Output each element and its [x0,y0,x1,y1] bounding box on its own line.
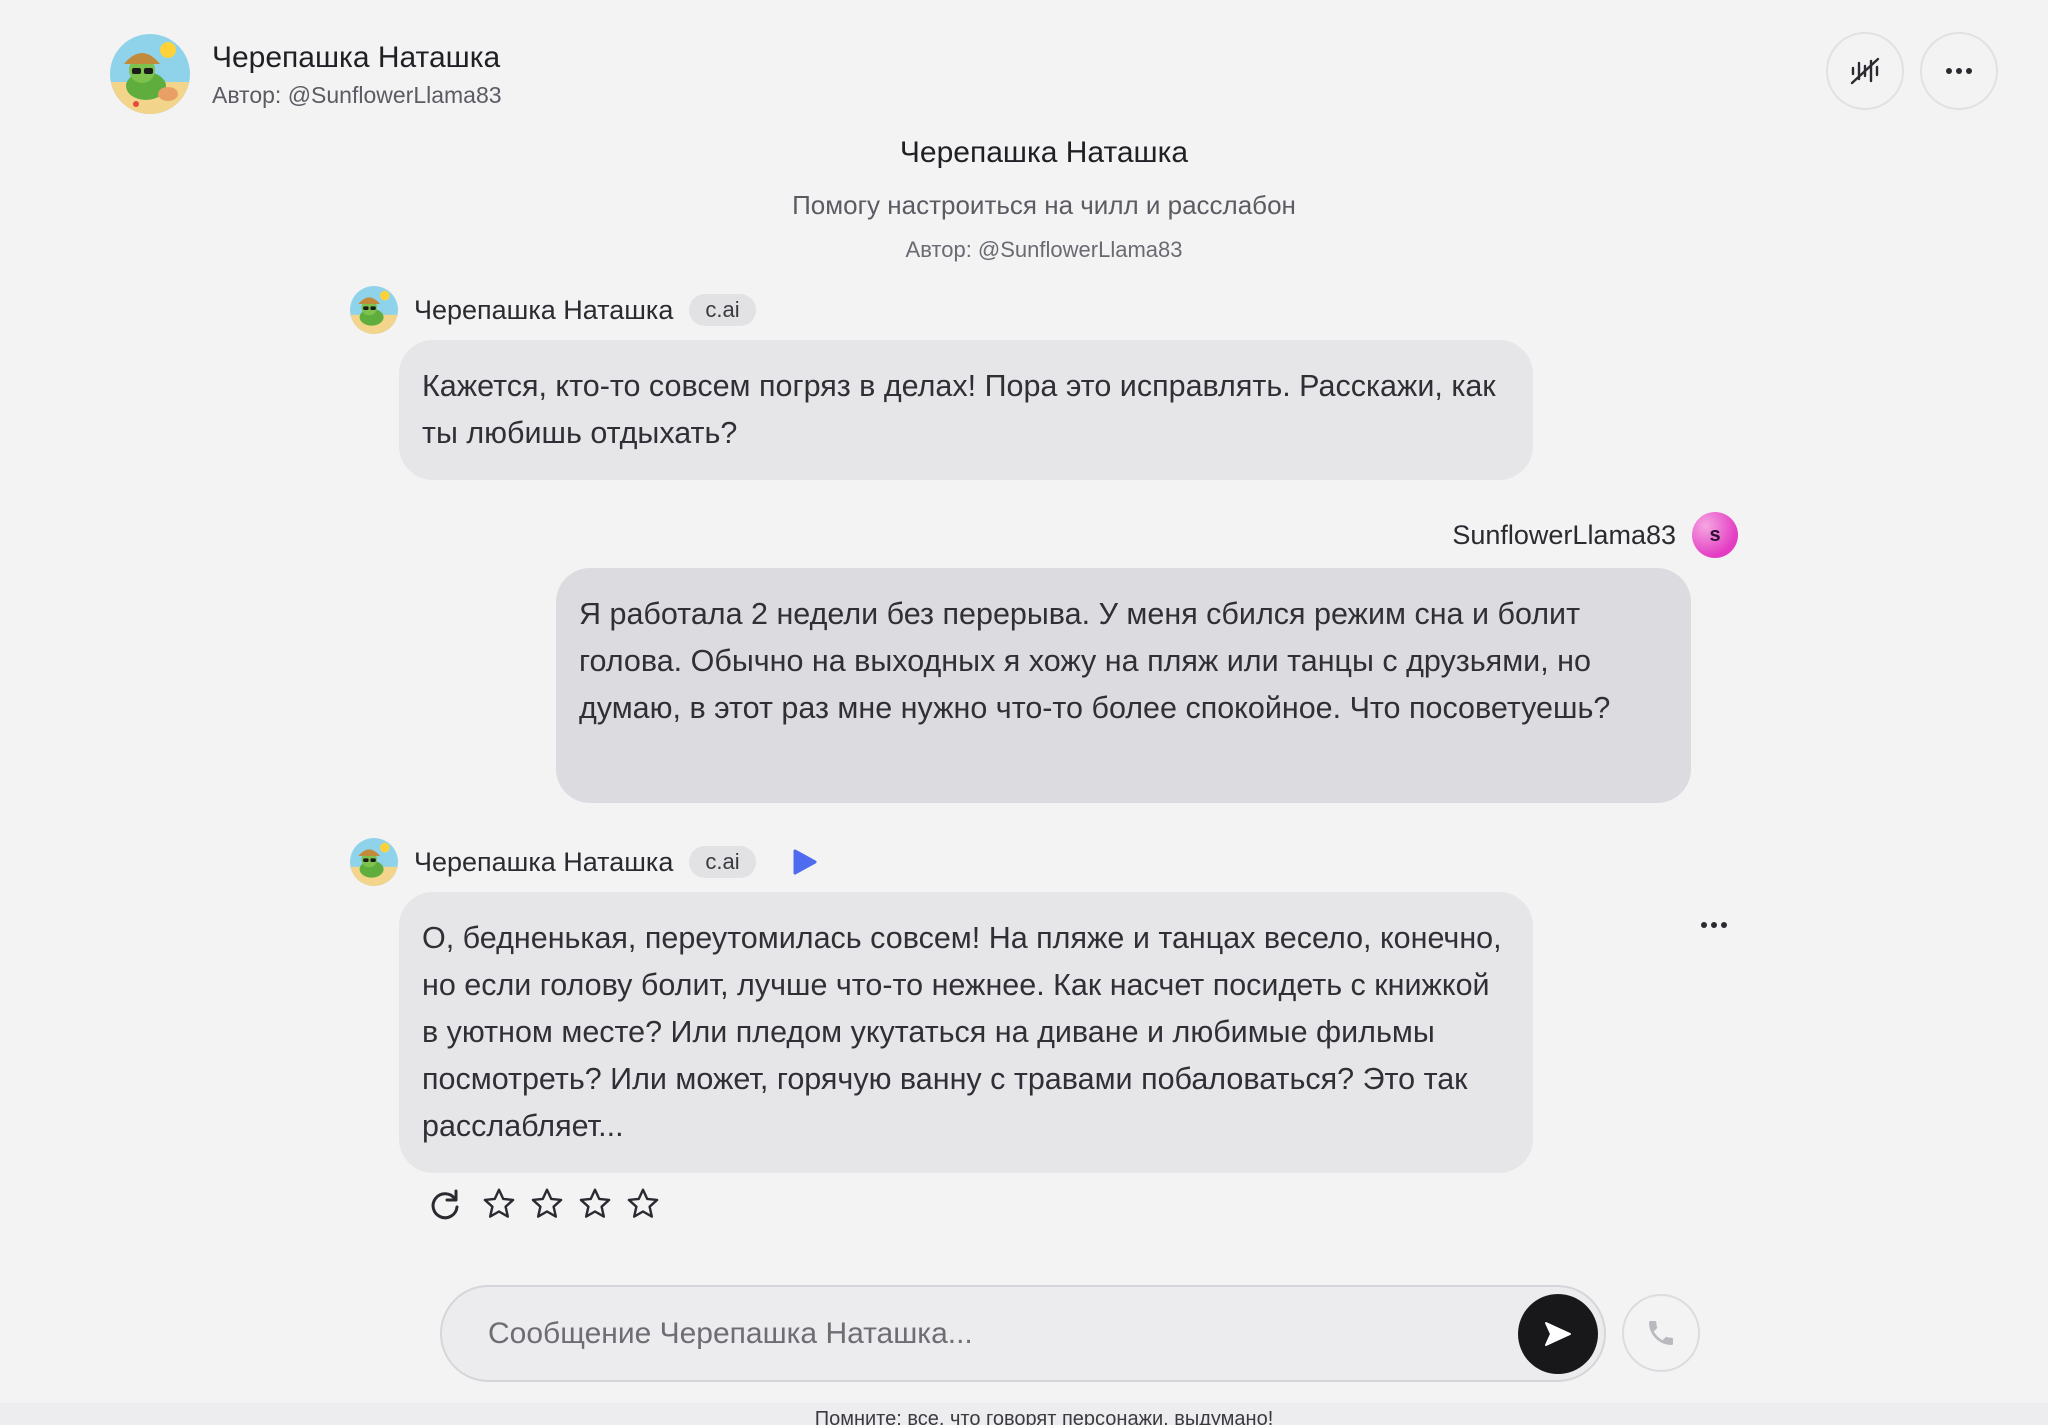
more-dots-icon [1701,922,1727,928]
rating-star-3[interactable] [576,1186,614,1227]
user-avatar[interactable]: s [1692,512,1738,558]
ai-message-bubble[interactable]: Кажется, кто-то совсем погряз в делах! П… [399,340,1533,480]
message-header: Черепашка Наташка c.ai [350,286,756,334]
star-outline-icon [483,1188,515,1218]
message-composer [440,1285,1606,1382]
regenerate-button[interactable] [428,1187,462,1226]
character-avatar[interactable] [110,34,190,114]
ai-badge: c.ai [689,294,756,326]
chat-header: Черепашка Наташка Автор: @SunflowerLlama… [110,34,502,114]
message-header: Черепашка Наташка c.ai [350,838,818,886]
star-outline-icon [627,1188,659,1218]
play-icon [793,849,817,875]
user-message-header: SunflowerLlama83 s [1452,512,1738,558]
message-input[interactable] [488,1287,1488,1380]
message-sender-name: Черепашка Наташка [414,294,674,325]
intro-description: Помогу настроиться на чилл и расслабон [792,190,1296,220]
character-author[interactable]: Автор: @SunflowerLlama83 [212,82,502,109]
chat-page: Черепашка Наташка Автор: @SunflowerLlama… [0,0,2048,1425]
more-dots-icon [1946,68,1972,74]
more-options-button[interactable] [1920,32,1998,110]
play-audio-button[interactable] [792,848,818,876]
user-message-bubble[interactable]: Я работала 2 недели без перерыва. У меня… [556,568,1691,803]
message-options-button[interactable] [1700,916,1728,934]
message-sender-name: Черепашка Наташка [414,846,674,877]
phone-icon [1649,1321,1673,1345]
character-avatar-small[interactable] [350,838,398,886]
character-avatar-small[interactable] [350,286,398,334]
message-rating-row [428,1186,672,1227]
user-name: SunflowerLlama83 [1452,519,1676,550]
call-button[interactable] [1622,1294,1700,1372]
character-intro: Черепашка Наташка Помогу настроиться на … [0,136,2048,263]
send-arrow-icon [1545,1322,1571,1346]
star-outline-icon [579,1188,611,1218]
ai-message-bubble[interactable]: О, бедненькая, переутомилась совсем! На … [399,892,1533,1173]
star-outline-icon [531,1188,563,1218]
refresh-icon [431,1189,459,1220]
intro-title: Черепашка Наташка [899,136,1189,169]
voice-off-icon [1850,57,1880,85]
character-name: Черепашка Наташка [212,40,501,74]
rating-star-4[interactable] [624,1186,662,1227]
ai-badge: c.ai [689,846,756,878]
intro-author[interactable]: Автор: @SunflowerLlama83 [0,237,2048,263]
send-button[interactable] [1518,1294,1598,1374]
disclaimer-text: Помните: все, что говорят персонажи, выд… [814,1408,1274,1425]
rating-star-1[interactable] [480,1186,518,1227]
rating-star-2[interactable] [528,1186,566,1227]
voice-toggle-button[interactable] [1826,32,1904,110]
